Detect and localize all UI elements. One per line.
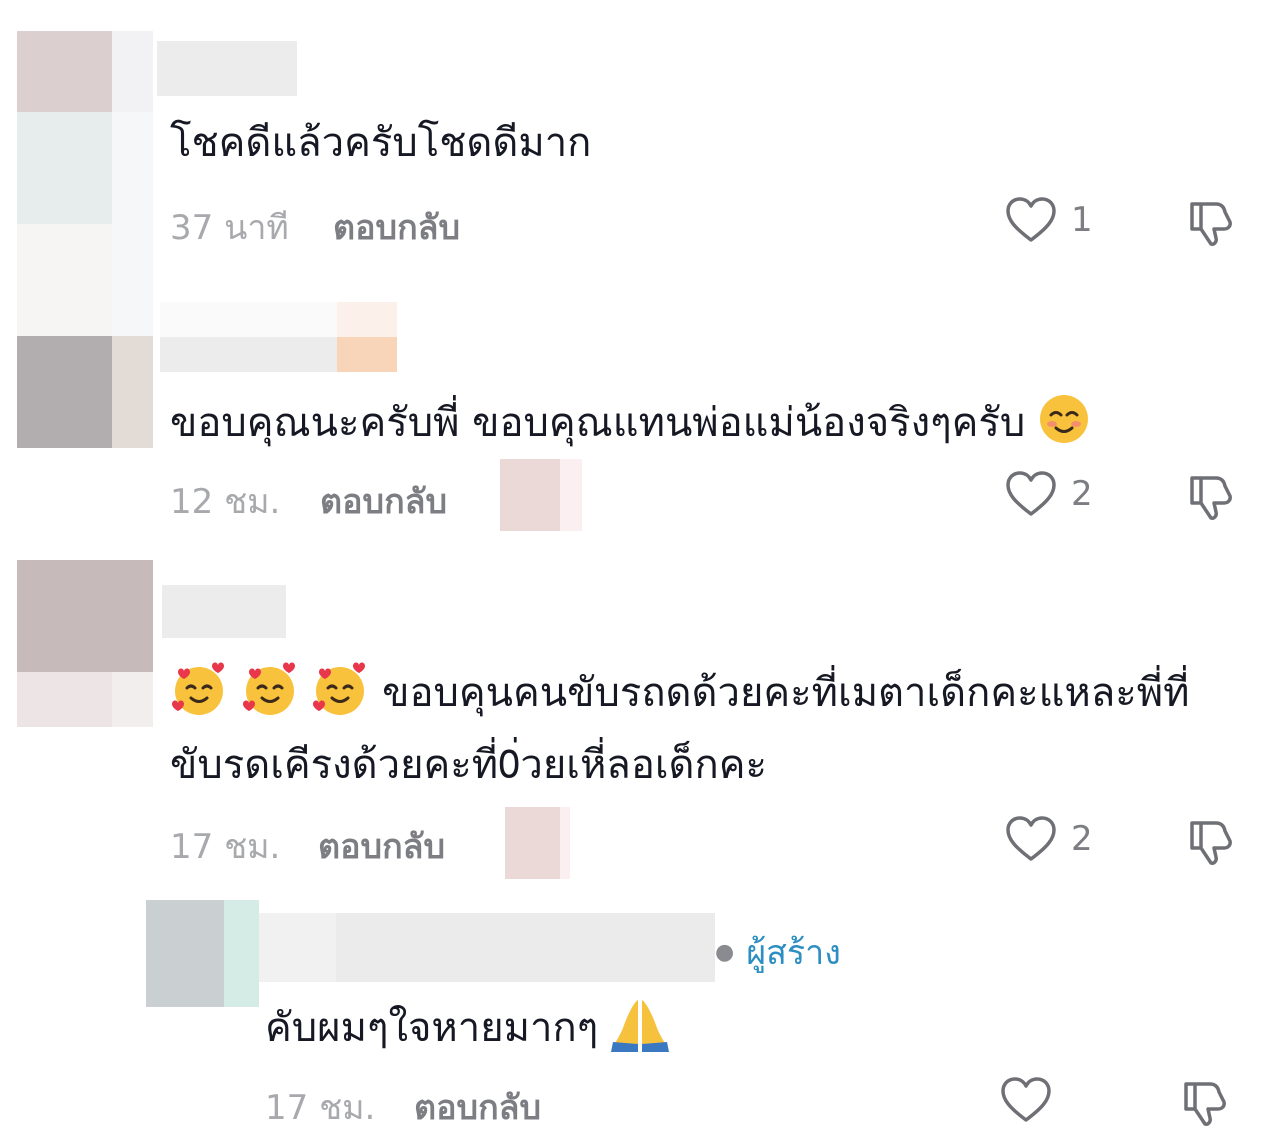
- thumbs-down-icon: [1190, 821, 1232, 865]
- reply-text: คับผมๆใจหายมากๆ: [265, 996, 669, 1064]
- thumbs-down-icon: [1190, 476, 1232, 520]
- like-count: 2: [1071, 819, 1093, 859]
- dislike-button[interactable]: [1186, 196, 1238, 252]
- reply-button[interactable]: ตอบกลับ: [320, 474, 447, 528]
- reply-button[interactable]: ตอบกลับ: [318, 819, 445, 873]
- smiling-face-with-hearts-emoji: [311, 660, 369, 730]
- liked-by-creator-avatar: [500, 459, 582, 531]
- avatar[interactable]: [17, 336, 153, 448]
- comment-text-body: ขอบคุนคนขับรถดด้วยคะที่เมตาเด็กคะแหละพี่…: [382, 670, 1190, 716]
- heart-icon: [1006, 471, 1056, 516]
- reply-button[interactable]: ตอบกลับ: [333, 200, 460, 254]
- dislike-button[interactable]: [1186, 815, 1238, 871]
- comment-text-line-1: ขอบคุนคนขับรถดด้วยคะที่เมตาเด็กคะแหละพี่…: [170, 660, 1189, 730]
- reply-text-body: คับผมๆใจหายมากๆ: [265, 1005, 599, 1051]
- creator-label: ผู้สร้าง: [746, 933, 841, 973]
- separator-dot: ●: [715, 939, 735, 965]
- like-button[interactable]: [1000, 1076, 1052, 1124]
- username-redacted[interactable]: [160, 302, 397, 372]
- avatar[interactable]: [146, 900, 259, 1007]
- avatar[interactable]: [17, 31, 153, 336]
- dislike-button[interactable]: [1180, 1076, 1232, 1132]
- dislike-button[interactable]: [1186, 470, 1238, 526]
- reply-time: 17 ชม.: [265, 1088, 376, 1128]
- like-button[interactable]: 2: [1005, 815, 1093, 863]
- creator-badge: ● ผู้สร้าง: [715, 925, 841, 979]
- comment-time: 37 นาที: [170, 208, 289, 248]
- comment-time: 17 ชม.: [170, 827, 281, 867]
- comment-text: โชคดีแล้วครับโชดดีมาก: [170, 120, 592, 166]
- avatar[interactable]: [17, 560, 153, 727]
- heart-icon: [1006, 816, 1056, 861]
- username-redacted[interactable]: [157, 41, 297, 96]
- username-redacted[interactable]: [162, 585, 286, 638]
- smiling-face-with-hearts-emoji: [170, 660, 228, 730]
- smiling-face-emoji: [1038, 393, 1090, 457]
- folded-hands-emoji: [610, 996, 669, 1064]
- username-redacted[interactable]: [259, 913, 715, 982]
- like-button[interactable]: 1: [1005, 196, 1093, 244]
- thumbs-down-icon: [1184, 1082, 1226, 1126]
- like-count: 2: [1071, 474, 1093, 514]
- comment-text-body: ขอบคุณนะครับพี่ ขอบคุณแทนพ่อแม่น้องจริงๆ…: [170, 400, 1026, 446]
- liked-by-creator-avatar: [505, 807, 570, 879]
- heart-icon: [1006, 197, 1056, 242]
- comment-text: ขอบคุณนะครับพี่ ขอบคุณแทนพ่อแม่น้องจริงๆ…: [170, 393, 1090, 457]
- thumbs-down-icon: [1190, 202, 1232, 246]
- comment-text-line-2: ขับรดเคีรงด้วยคะที่0่วยเหี่ลอเด็กคะ: [170, 742, 767, 788]
- smiling-face-with-hearts-emoji: [241, 660, 299, 730]
- heart-icon: [1001, 1077, 1051, 1122]
- like-count: 1: [1071, 200, 1093, 240]
- like-button[interactable]: 2: [1005, 470, 1093, 518]
- comment-time: 12 ชม.: [170, 482, 281, 522]
- reply-button[interactable]: ตอบกลับ: [414, 1080, 541, 1134]
